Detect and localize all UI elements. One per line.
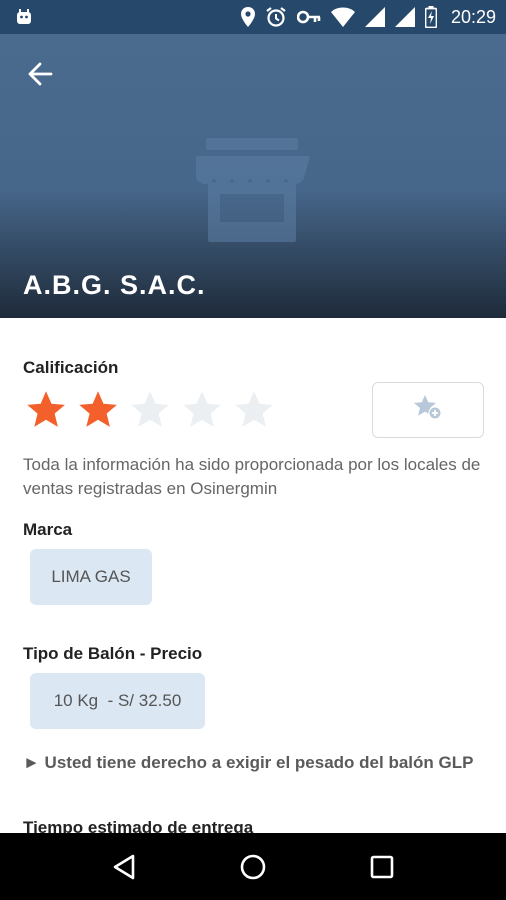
- nav-home-button[interactable]: [233, 847, 273, 887]
- store-header: A.B.G. S.A.C.: [0, 34, 506, 318]
- star-icon[interactable]: [232, 388, 276, 432]
- signal-icon: [364, 7, 385, 27]
- battery-charging-icon: [424, 6, 437, 28]
- store-details: Calificación Toda la información ha sido…: [0, 318, 506, 833]
- star-icon[interactable]: [24, 388, 68, 432]
- nav-recents-button[interactable]: [362, 847, 402, 887]
- info-text: Toda la información ha sido proporcionad…: [23, 455, 481, 498]
- status-time: 20:29: [450, 6, 496, 27]
- wifi-icon: [330, 7, 355, 27]
- balloon-label: Tipo de Balón - Precio: [23, 644, 203, 663]
- store-icon: [192, 138, 314, 253]
- star-icon[interactable]: [180, 388, 224, 432]
- status-bar: 20:29: [0, 0, 506, 34]
- add-rating-button[interactable]: [372, 382, 484, 438]
- alarm-icon: [265, 6, 287, 28]
- balloon-price-chip[interactable]: 10 Kg - S/ 32.50: [30, 673, 205, 729]
- signal-icon: [394, 7, 415, 27]
- weighing-notice: ► Usted tiene derecho a exigir el pesado…: [23, 753, 474, 772]
- star-icon[interactable]: [128, 388, 172, 432]
- rating-label: Calificación: [23, 358, 119, 377]
- brand-chip[interactable]: LIMA GAS: [30, 549, 152, 605]
- store-title: A.B.G. S.A.C.: [23, 270, 206, 300]
- rating-stars[interactable]: [24, 388, 276, 432]
- triangle-back-icon: [114, 854, 135, 879]
- back-button[interactable]: [20, 56, 60, 96]
- square-recents-icon: [370, 855, 393, 878]
- eta-label: Tiempo estimado de entrega: [23, 818, 254, 833]
- system-nav-bar: [0, 833, 506, 900]
- balloon-price-value: 10 Kg - S/ 32.50: [53, 691, 182, 710]
- circle-home-icon: [240, 854, 266, 879]
- arrow-back-icon: [27, 62, 53, 91]
- brand-value: LIMA GAS: [51, 567, 131, 586]
- nav-back-button[interactable]: [104, 847, 144, 887]
- brand-label: Marca: [23, 520, 73, 539]
- location-icon: [240, 7, 255, 27]
- star-icon[interactable]: [76, 388, 120, 432]
- star-add-icon: [411, 393, 445, 428]
- key-icon: [296, 10, 321, 24]
- android-icon: [14, 7, 34, 27]
